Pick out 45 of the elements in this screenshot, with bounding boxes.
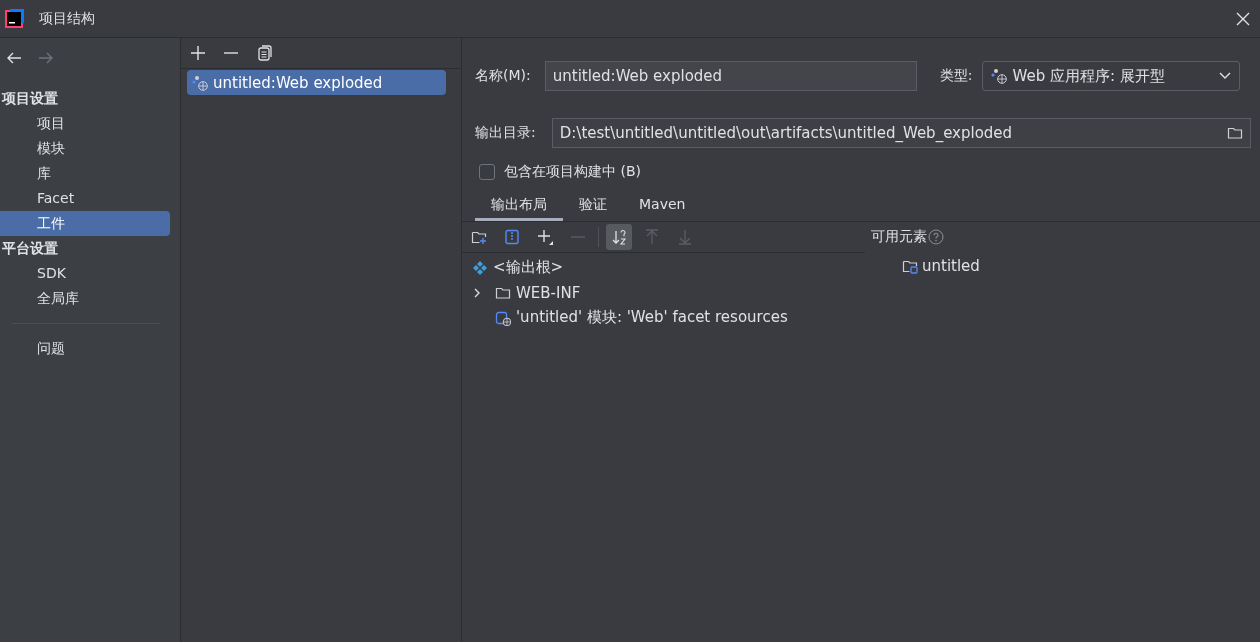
field-label: 类型:	[939, 67, 973, 85]
output-directory-field[interactable]: D:\test\untitled\untitled\out\artifacts\untitled_Web_exploded	[551, 118, 1251, 148]
add-dropdown-icon[interactable]	[537, 229, 553, 245]
checkbox-label: 包含在项目构建中 (B)	[504, 163, 641, 181]
name-field[interactable]: untitled:Web exploded	[544, 61, 917, 91]
close-icon	[1236, 11, 1250, 26]
section-heading: 平台设置	[1, 239, 59, 258]
chevron-right-icon[interactable]	[472, 287, 482, 298]
back-arrow-icon[interactable]	[6, 52, 22, 64]
copy-icon[interactable]	[256, 45, 272, 61]
sort-alphabetically-icon[interactable]	[606, 224, 632, 250]
sidebar-item[interactable]: 问题	[0, 336, 170, 361]
type-dropdown[interactable]: Web 应用程序: 展开型	[982, 61, 1241, 91]
output-root-icon	[472, 259, 488, 276]
tab[interactable]: 输出布局	[475, 191, 563, 221]
add-icon[interactable]	[190, 45, 206, 61]
sidebar-item[interactable]: 模块	[0, 136, 170, 161]
web-artifact-icon	[192, 74, 208, 91]
folder-icon[interactable]	[1226, 125, 1243, 141]
tree-item[interactable]: <输出根>	[493, 258, 564, 277]
web-artifact-icon	[991, 68, 1008, 84]
panel-label: 可用元素	[871, 228, 927, 246]
app-logo-icon	[4, 8, 24, 29]
artifact-item[interactable]: untitled:Web exploded	[187, 70, 446, 95]
field-label: 名称(M):	[475, 67, 531, 85]
tree-item[interactable]: WEB-INF	[516, 283, 581, 302]
web-module-icon	[495, 309, 511, 326]
section-heading: 项目设置	[0, 89, 59, 108]
tab[interactable]: 验证	[563, 191, 623, 221]
tab[interactable]: Maven	[623, 191, 702, 221]
field-label: 输出目录:	[475, 124, 536, 142]
chevron-down-icon	[1219, 72, 1232, 80]
sidebar-item[interactable]: 工件	[0, 211, 170, 236]
sidebar-item[interactable]: 项目	[0, 111, 170, 136]
sidebar-item[interactable]: Facet	[0, 186, 170, 211]
tree-item[interactable]: untitled	[922, 256, 980, 275]
new-folder-icon[interactable]	[471, 229, 487, 245]
include-checkbox[interactable]	[479, 164, 495, 180]
sidebar-item[interactable]: 库	[0, 161, 170, 186]
sidebar-item[interactable]: 全局库	[0, 286, 170, 311]
window-title: 项目结构	[39, 9, 95, 28]
tree-item[interactable]: 'untitled' 模块: 'Web' facet resources	[516, 308, 788, 327]
sidebar-item[interactable]: SDK	[0, 261, 170, 286]
archive-icon[interactable]	[504, 229, 520, 245]
help-icon[interactable]	[928, 229, 944, 245]
